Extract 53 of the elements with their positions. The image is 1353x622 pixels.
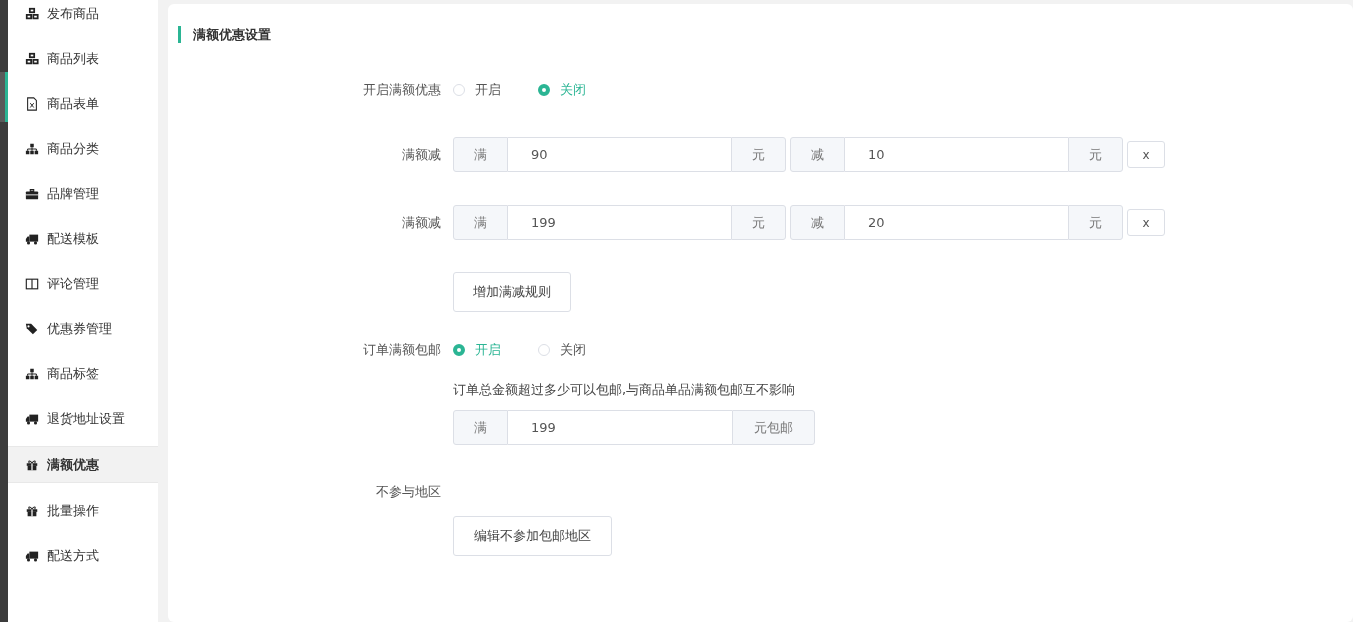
sidebar-item[interactable]: 配送模板: [8, 221, 158, 256]
input-prefix: 减: [790, 205, 845, 240]
sitemap-icon: [25, 366, 39, 381]
input-prefix: 减: [790, 137, 845, 172]
sidebar-item[interactable]: 品牌管理: [8, 176, 158, 211]
input-suffix: 元: [731, 205, 786, 240]
input-suffix: 元: [731, 137, 786, 172]
briefcase-icon: [25, 186, 39, 201]
gift-icon: [25, 503, 39, 518]
input-field[interactable]: 199: [508, 205, 731, 240]
remove-button[interactable]: x: [1127, 209, 1165, 236]
input-suffix: 元: [1068, 137, 1123, 172]
field-label: 满额减: [401, 145, 442, 164]
sidebar-item[interactable]: 商品标签: [8, 356, 158, 391]
input-prefix: 满: [453, 410, 508, 445]
field-label: 开启满额优惠: [362, 81, 442, 99]
field-label: 订单满额包邮: [362, 341, 442, 359]
radio-button[interactable]: [538, 84, 550, 96]
edit-regions-button[interactable]: 编辑不参加包邮地区: [453, 516, 612, 556]
input-suffix: 元: [1068, 205, 1123, 240]
sidebar-item[interactable]: 批量操作: [8, 493, 158, 528]
add-rule-button[interactable]: 增加满减规则: [453, 272, 571, 312]
sidebar-item[interactable]: 退货地址设置: [8, 401, 158, 436]
tag-icon: [25, 321, 39, 336]
input-field[interactable]: 10: [845, 137, 1068, 172]
input-prefix: 满: [453, 137, 508, 172]
field-label: 不参与地区: [375, 483, 442, 501]
sidebar-item[interactable]: 配送方式: [8, 538, 158, 573]
radio-button[interactable]: [453, 344, 465, 356]
cubes-icon: [25, 6, 39, 21]
input-suffix: 元包邮: [732, 410, 815, 445]
remove-button[interactable]: x: [1127, 141, 1165, 168]
radio-label[interactable]: 开启: [475, 81, 501, 99]
columns-icon: [25, 276, 39, 291]
radio-label[interactable]: 关闭: [560, 341, 586, 359]
field-label: 满额减: [401, 213, 442, 232]
hint-text: 订单总金额超过多少可以包邮,与商品单品满额包邮互不影响: [453, 381, 796, 399]
sidebar-item[interactable]: 评论管理: [8, 266, 158, 301]
input-field[interactable]: 199: [508, 410, 732, 445]
gift-icon: [25, 457, 39, 472]
input-field[interactable]: 90: [508, 137, 731, 172]
sidebar-item[interactable]: 满额优惠: [8, 446, 158, 483]
sidebar-item[interactable]: 优惠券管理: [8, 311, 158, 346]
sidebar-item[interactable]: 商品分类: [8, 131, 158, 166]
section-title: 满额优惠设置: [178, 26, 1353, 43]
cubes-icon: [25, 51, 39, 66]
sidebar-item[interactable]: 商品表单: [8, 86, 158, 121]
sitemap-icon: [25, 141, 39, 156]
sidebar-item[interactable]: 发布商品: [8, 0, 158, 31]
input-field[interactable]: 20: [845, 205, 1068, 240]
sidebar-item[interactable]: 商品列表: [8, 41, 158, 76]
file-icon: [25, 96, 39, 111]
input-prefix: 满: [453, 205, 508, 240]
